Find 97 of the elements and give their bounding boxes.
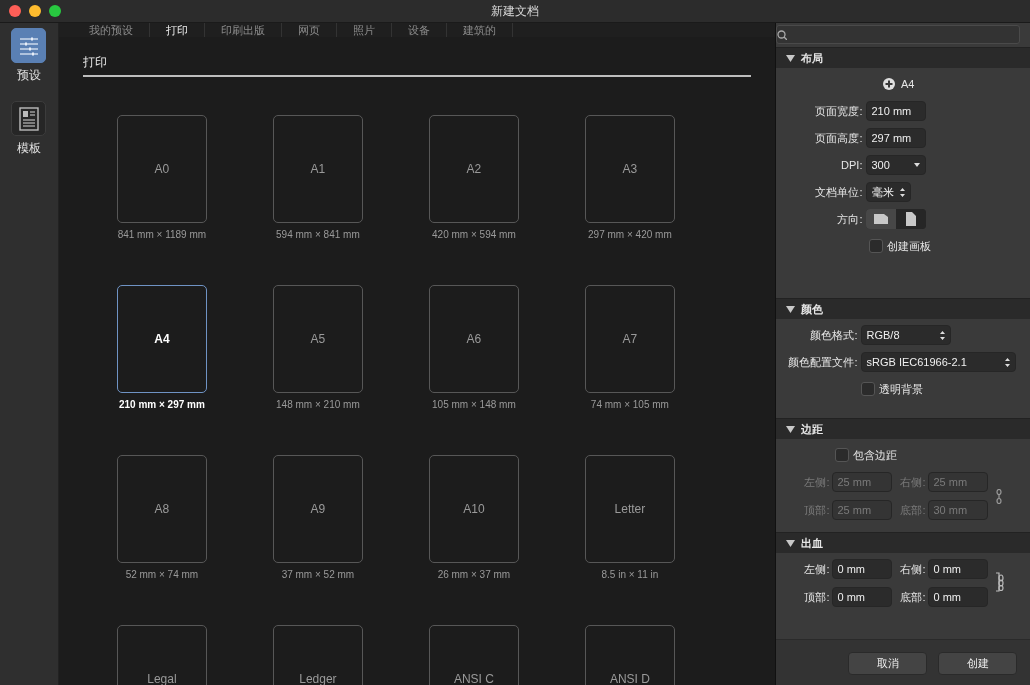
stepper-arrows-icon <box>1004 357 1010 367</box>
portrait-page-icon <box>905 212 916 226</box>
section-header[interactable]: 布局 <box>775 47 1030 68</box>
section-heading: 打印 <box>82 54 751 77</box>
checkbox[interactable] <box>868 239 883 253</box>
paper-size: 841 mm × 1189 mm <box>117 229 207 240</box>
sidebar-label: 模板 <box>16 140 41 157</box>
paper-preset[interactable]: A5 <box>272 285 363 393</box>
landscape-page-icon <box>873 214 888 224</box>
dropdown-arrow-icon <box>913 163 920 167</box>
popup-button[interactable]: RGB/8 <box>860 325 951 345</box>
disclosure-triangle-icon[interactable] <box>785 538 795 548</box>
field-label: 颜色格式: <box>809 327 859 343</box>
tab[interactable]: 设备 <box>391 23 447 37</box>
paper-size: 594 mm × 841 mm <box>276 229 360 240</box>
paper-preset[interactable]: Legal <box>116 625 207 685</box>
field-label: 左侧: <box>803 561 831 577</box>
section-title: 边距 <box>800 421 823 437</box>
section-title: 布局 <box>800 50 823 66</box>
paper-preset[interactable]: A0 <box>116 115 207 223</box>
paper-size: 105 mm × 148 mm <box>432 399 516 410</box>
search-field[interactable] <box>775 25 1020 44</box>
paper-size: 210 mm × 297 mm <box>118 399 205 410</box>
input-field[interactable]: 0 mm <box>927 587 988 607</box>
popup-button[interactable]: sRGB IEC61966-2.1 <box>860 352 1016 372</box>
checkbox-label[interactable]: 透明背景 <box>878 381 923 397</box>
preset-name: A4 <box>901 78 915 90</box>
paper-size: 26 mm × 37 mm <box>437 569 511 580</box>
paper-size: 52 mm × 74 mm <box>125 569 199 580</box>
paper-size: 37 mm × 52 mm <box>281 569 355 580</box>
input-field[interactable]: 210 mm <box>865 101 926 121</box>
sidebar-button[interactable] <box>11 101 47 136</box>
input-field[interactable]: 0 mm <box>831 587 892 607</box>
tab[interactable]: 建筑的 <box>446 23 513 37</box>
paper-size: 297 mm × 420 mm <box>588 229 672 240</box>
paper-preset[interactable]: ANSI D <box>584 625 675 685</box>
field-label: 文档单位: <box>814 184 864 200</box>
paper-preset[interactable]: A8 <box>116 455 207 563</box>
field-label: 页面高度: <box>814 130 864 146</box>
popup-button[interactable]: 毫米 <box>865 182 911 202</box>
field-label: 左侧: <box>803 474 831 490</box>
stepper-arrows-icon <box>899 187 905 197</box>
minimize-button[interactable] <box>29 5 41 17</box>
field-label: DPI: <box>840 159 864 171</box>
paper-size: 148 mm × 210 mm <box>276 399 360 410</box>
document-icon <box>18 106 39 131</box>
sidebar-button[interactable] <box>11 28 47 63</box>
paper-size: 420 mm × 594 mm <box>432 229 516 240</box>
field-label: 右侧: <box>899 561 927 577</box>
zoom-button[interactable] <box>49 5 61 17</box>
paper-preset[interactable]: ANSI C <box>428 625 519 685</box>
input-field[interactable]: 297 mm <box>865 128 926 148</box>
paper-preset[interactable]: A6 <box>428 285 519 393</box>
disclosure-triangle-icon[interactable] <box>785 304 795 314</box>
section-title: 颜色 <box>800 301 823 317</box>
dialog-button[interactable]: 创建 <box>938 651 1017 675</box>
field-label: 颜色配置文件: <box>787 354 859 370</box>
add-preset-icon[interactable] <box>883 78 895 90</box>
section-header[interactable]: 出血 <box>775 532 1030 553</box>
tab[interactable]: 打印 <box>149 23 205 37</box>
field-label: 页面宽度: <box>814 103 864 119</box>
checkbox-label[interactable]: 创建画板 <box>886 238 931 254</box>
dialog-button[interactable]: 取消 <box>848 651 927 675</box>
paper-preset[interactable]: A7 <box>584 285 675 393</box>
input-field[interactable]: 0 mm <box>831 559 892 579</box>
stepper-arrows-icon <box>939 330 945 340</box>
linked-chain-icon[interactable] <box>995 572 1004 594</box>
orientation-button[interactable] <box>895 209 926 229</box>
field-label: 底部: <box>899 589 927 605</box>
paper-size: 74 mm × 105 mm <box>590 399 669 410</box>
window-title: 新建文档 <box>491 3 539 18</box>
sidebar-label: 预设 <box>16 67 41 84</box>
tab[interactable]: 网页 <box>281 23 337 37</box>
paper-preset[interactable]: A10 <box>428 455 519 563</box>
close-button[interactable] <box>9 5 21 17</box>
search-icon <box>776 29 787 40</box>
field-label: 右侧: <box>899 474 927 490</box>
paper-preset[interactable]: A3 <box>584 115 675 223</box>
tab[interactable]: 印刷出版 <box>204 23 282 37</box>
dropdown[interactable]: 300 <box>865 155 926 175</box>
paper-preset[interactable]: A2 <box>428 115 519 223</box>
paper-preset[interactable]: A4 <box>116 285 207 393</box>
section-header[interactable]: 颜色 <box>775 298 1030 319</box>
input-field[interactable]: 0 mm <box>927 559 988 579</box>
paper-preset[interactable]: A9 <box>272 455 363 563</box>
orientation-button[interactable] <box>865 209 896 229</box>
tab[interactable]: 我的预设 <box>72 23 150 37</box>
checkbox[interactable] <box>860 382 875 396</box>
paper-size: 8.5 in × 11 in <box>601 569 659 580</box>
paper-preset[interactable]: A1 <box>272 115 363 223</box>
section-title: 出血 <box>800 535 823 551</box>
paper-preset[interactable]: Letter <box>584 455 675 563</box>
field-label: 顶部: <box>803 589 831 605</box>
paper-preset[interactable]: Ledger <box>272 625 363 685</box>
tab[interactable]: 照片 <box>336 23 392 37</box>
disclosure-triangle-icon[interactable] <box>785 53 795 63</box>
field-label: 方向: <box>836 211 864 227</box>
